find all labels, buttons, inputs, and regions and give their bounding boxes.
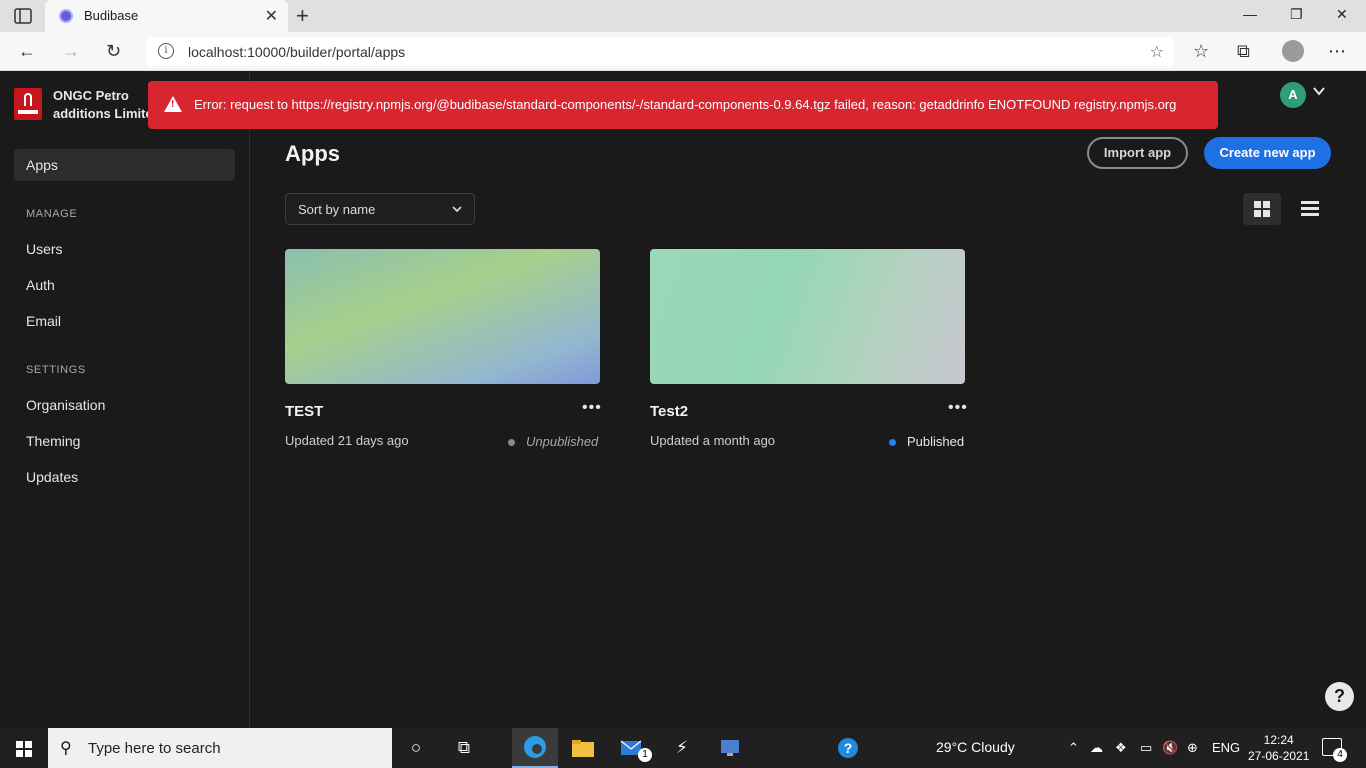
network-icon[interactable]: ⊕	[1187, 740, 1198, 756]
sidebar-item-label: Auth	[26, 277, 55, 293]
section-manage: MANAGE	[26, 208, 78, 220]
collections-icon[interactable]: ⧉	[1237, 41, 1250, 62]
favorites-icon[interactable]: ☆	[1193, 41, 1209, 62]
clock-time: 12:24	[1263, 733, 1294, 747]
budibase-favicon-icon	[59, 9, 73, 23]
sidebar-item-label: Users	[26, 241, 63, 257]
url-text[interactable]: localhost:10000/builder/portal/apps	[188, 44, 405, 60]
alert-icon	[164, 96, 182, 112]
app-shortcut-icon[interactable]: ⚡	[670, 737, 694, 759]
clock-date: 27-06-2021	[1248, 749, 1310, 763]
list-icon	[1301, 201, 1319, 216]
sidebar-item-email[interactable]: Email	[14, 305, 235, 337]
error-message: Error: request to https://registry.npmjs…	[194, 97, 1177, 112]
browser-tab[interactable]: Budibase ✕	[45, 0, 288, 32]
grid-icon	[1254, 201, 1270, 217]
status-label: Unpublished	[526, 434, 599, 449]
clock[interactable]: 12:24 27-06-2021	[1248, 732, 1309, 764]
close-tab-icon[interactable]: ✕	[265, 6, 278, 26]
sidebar-item-label: Theming	[26, 433, 81, 449]
tab-actions-icon[interactable]	[14, 8, 32, 24]
sort-value: Sort by name	[298, 202, 376, 217]
avatar[interactable]: A	[1280, 82, 1306, 108]
dropbox-icon[interactable]: ❖	[1115, 740, 1127, 756]
browser-profile-icon[interactable]	[1282, 40, 1304, 62]
forward-arrow-icon[interactable]: →	[62, 41, 80, 62]
sidebar-item-apps[interactable]: Apps	[14, 149, 235, 181]
page-title: Apps	[285, 141, 340, 166]
org-name: ONGC Petro additions Limited	[53, 88, 161, 121]
browser-tab-bar: Budibase ✕ + — ❐ ✕	[0, 0, 1366, 32]
add-favorite-icon[interactable]: ☆	[1150, 42, 1164, 62]
app-card-name[interactable]: Test2	[650, 403, 688, 420]
help-app-icon[interactable]: ?	[836, 737, 860, 759]
import-app-button[interactable]: Import app	[1087, 137, 1188, 169]
back-arrow-icon[interactable]: ←	[18, 41, 36, 62]
search-icon: ⚲	[60, 740, 72, 757]
tab-title: Budibase	[84, 8, 139, 23]
org-logo-icon	[14, 88, 42, 120]
section-settings: SETTINGS	[26, 364, 86, 376]
app-card-thumbnail[interactable]	[650, 249, 965, 384]
app-card-updated: Updated a month ago	[650, 433, 776, 448]
edge-taskbar-button[interactable]	[512, 728, 558, 768]
chevron-down-icon[interactable]	[1313, 85, 1325, 97]
taskbar-search-input[interactable]: ⚲ Type here to search	[48, 728, 392, 768]
refresh-icon[interactable]: ↻	[106, 41, 121, 62]
sidebar-item-label: Updates	[26, 469, 79, 485]
mail-badge: 1	[638, 748, 652, 762]
sidebar: ONGC Petro additions Limited Apps MANAGE…	[0, 71, 250, 728]
chevron-down-icon	[452, 206, 462, 213]
edge-icon	[524, 736, 546, 758]
file-explorer-icon[interactable]	[571, 737, 595, 759]
app-card-name[interactable]: TEST	[285, 403, 323, 420]
sidebar-item-auth[interactable]: Auth	[14, 269, 235, 301]
close-window-icon[interactable]: ✕	[1336, 6, 1348, 23]
restore-icon[interactable]: ❐	[1290, 6, 1303, 23]
browser-nav-bar: ← → ↻ i localhost:10000/builder/portal/a…	[0, 32, 1366, 71]
chevron-up-icon[interactable]: ⌃	[1068, 740, 1079, 756]
notification-count: 4	[1333, 748, 1347, 762]
onedrive-icon[interactable]: ☁	[1090, 740, 1103, 756]
remote-desktop-icon[interactable]	[719, 737, 743, 759]
windows-start-icon[interactable]	[16, 741, 32, 757]
sidebar-item-organisation[interactable]: Organisation	[14, 389, 235, 421]
status-badge: Unpublished	[508, 434, 600, 450]
status-label: Published	[907, 434, 965, 449]
more-options-icon[interactable]: •••	[948, 399, 968, 417]
sidebar-item-users[interactable]: Users	[14, 233, 235, 265]
status-dot-icon	[889, 439, 896, 446]
list-view-button[interactable]	[1291, 193, 1329, 225]
sidebar-item-theming[interactable]: Theming	[14, 425, 235, 457]
cortana-icon[interactable]: ○	[404, 737, 428, 759]
language-indicator[interactable]: ENG	[1212, 740, 1240, 755]
status-dot-icon	[508, 439, 515, 446]
task-view-icon[interactable]: ⧉	[452, 737, 476, 759]
sidebar-item-label: Organisation	[26, 397, 106, 413]
search-placeholder: Type here to search	[88, 740, 221, 757]
more-options-icon[interactable]: ⋯	[1328, 41, 1346, 62]
grid-view-button[interactable]	[1243, 193, 1281, 225]
minimize-icon[interactable]: —	[1243, 6, 1257, 22]
svg-text:?: ?	[844, 740, 853, 756]
status-badge: Published	[889, 434, 969, 450]
more-options-icon[interactable]: •••	[582, 399, 602, 417]
address-bar[interactable]: i localhost:10000/builder/portal/apps ☆	[146, 37, 1174, 66]
sidebar-item-label: Email	[26, 313, 62, 329]
sidebar-item-label: Apps	[26, 157, 58, 173]
budibase-app: ONGC Petro additions Limited Apps MANAGE…	[0, 71, 1366, 728]
sort-dropdown[interactable]: Sort by name	[285, 193, 475, 225]
app-card-thumbnail[interactable]	[285, 249, 600, 384]
taskbar: ⚲ Type here to search ○ ⧉ 1 ⚡ ? 29°C Clo…	[0, 728, 1366, 768]
sidebar-item-updates[interactable]: Updates	[14, 461, 235, 493]
weather-widget[interactable]: 29°C Cloudy	[936, 739, 1015, 755]
error-notification: Error: request to https://registry.npmjs…	[148, 81, 1218, 129]
volume-muted-icon[interactable]: 🔇	[1162, 740, 1178, 756]
site-info-icon[interactable]: i	[158, 43, 174, 59]
create-new-app-button[interactable]: Create new app	[1204, 137, 1331, 169]
new-tab-button[interactable]: +	[296, 3, 309, 29]
app-card-updated: Updated 21 days ago	[285, 433, 409, 448]
battery-icon[interactable]: ▭	[1140, 740, 1152, 756]
help-button[interactable]: ?	[1325, 682, 1354, 711]
